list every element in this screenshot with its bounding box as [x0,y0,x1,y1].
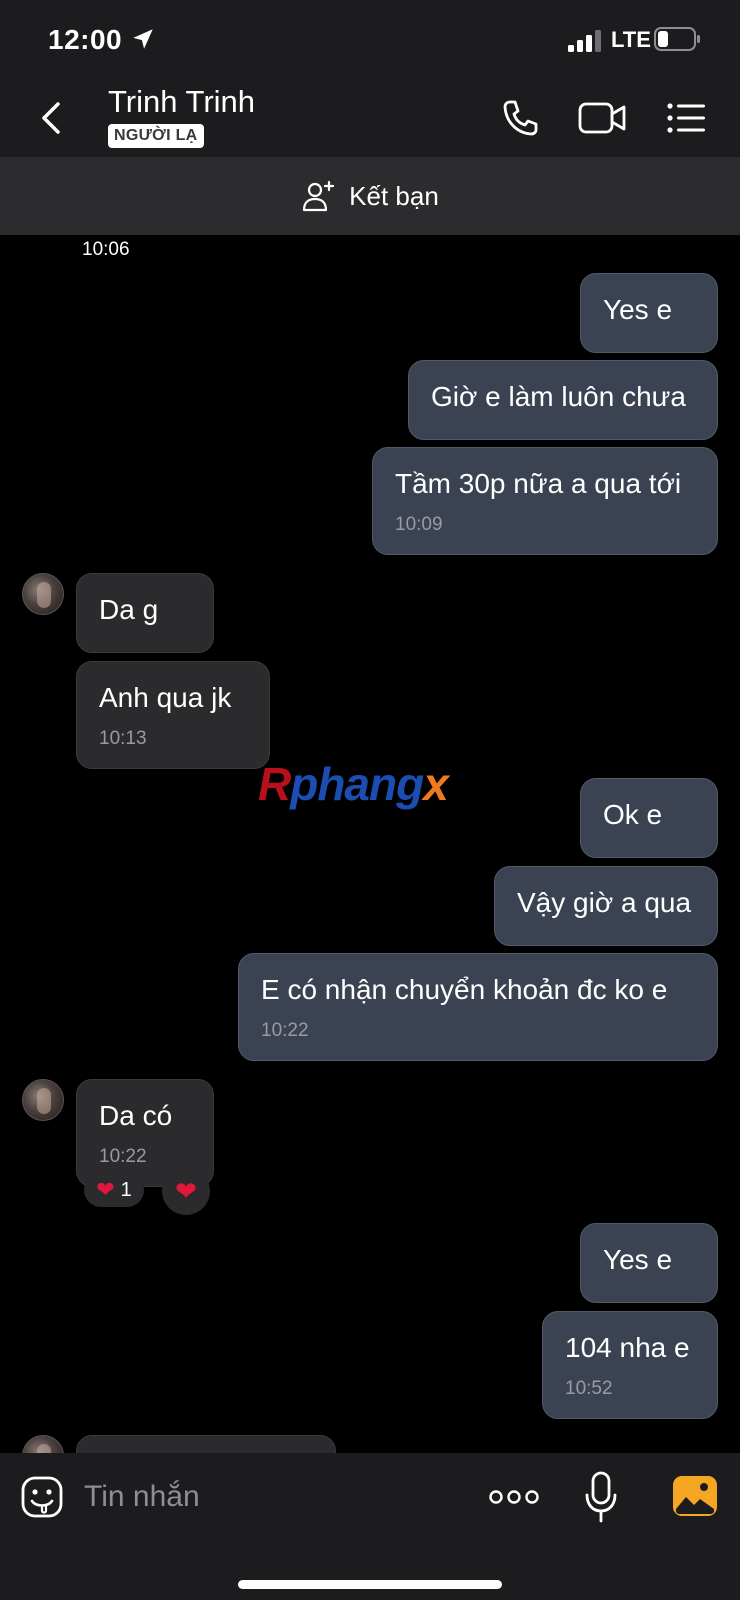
chat-header: Trinh Trinh NGƯỜI LẠ [0,82,740,157]
message-text: Ok e [603,799,663,830]
contact-name[interactable]: Trinh Trinh [108,84,255,120]
message-time: 10:22 [261,1020,309,1041]
message-text: Yes e [603,294,673,325]
message-bubble-incoming-partial[interactable] [76,1435,336,1453]
message-time: 10:52 [565,1378,613,1399]
status-bar: 12:00 LTE [0,0,740,82]
add-friend-button[interactable]: Kết bạn [0,157,740,235]
message-composer [0,1453,740,1600]
location-arrow-icon [133,29,153,49]
heart-icon: ❤ [96,1177,115,1202]
message-bubble-outgoing[interactable]: Tầm 30p nữa a qua tới 10:09 [372,447,718,555]
message-list[interactable]: 10:06 Yes e Giờ e làm luôn chưa Tầm 30p … [0,235,740,1453]
battery-icon [654,27,700,51]
react-heart-button[interactable]: ❤ [162,1167,210,1215]
message-bubble-incoming[interactable]: Da g [76,573,214,653]
contact-avatar[interactable] [22,1079,64,1121]
photo-gallery-icon[interactable] [672,1475,718,1517]
message-text: Tầm 30p nữa a qua tới [395,468,682,499]
message-bubble-outgoing[interactable]: Yes e [580,1223,718,1303]
sticker-emoji-icon[interactable] [20,1475,64,1519]
reaction-count-chip[interactable]: ❤ 1 [84,1173,144,1207]
message-bubble-outgoing[interactable]: 104 nha e 10:52 [542,1311,718,1419]
message-text: Vậy giờ a qua [517,887,692,918]
menu-list-icon[interactable] [664,96,708,140]
status-time: 12:00 [48,24,123,55]
back-chevron-icon[interactable] [36,98,66,138]
time-separator: 10:06 [82,239,130,260]
message-time: 10:13 [99,728,147,749]
message-bubble-incoming[interactable]: Anh qua jk 10:13 [76,661,270,769]
video-call-icon[interactable] [578,96,628,140]
reaction-count: 1 [120,1178,132,1201]
home-indicator [238,1580,502,1589]
message-text: Giờ e làm luôn chưa [431,381,686,412]
message-text: Yes e [603,1244,673,1275]
add-friend-label: Kết bạn [349,180,439,211]
add-person-icon [303,180,335,212]
heart-icon: ❤ [175,1175,197,1206]
message-text: Da có [99,1100,173,1131]
microphone-icon[interactable] [584,1471,618,1523]
message-input[interactable] [84,1473,464,1521]
message-text: E có nhận chuyển khoản đc ko e [261,974,668,1005]
message-text: Da g [99,594,159,625]
stranger-badge: NGƯỜI LẠ [108,124,204,148]
message-time: 10:22 [99,1146,147,1167]
message-bubble-outgoing[interactable]: Ok e [580,778,718,858]
message-bubble-outgoing[interactable]: Yes e [580,273,718,353]
message-time: 10:09 [395,514,443,535]
message-bubble-outgoing[interactable]: E có nhận chuyển khoản đc ko e 10:22 [238,953,718,1061]
cellular-signal-icon [568,30,601,52]
message-bubble-outgoing[interactable]: Giờ e làm luôn chưa [408,360,718,440]
message-text: 104 nha e [565,1332,690,1363]
phone-call-icon[interactable] [498,96,542,140]
message-bubble-outgoing[interactable]: Vậy giờ a qua [494,866,718,946]
network-type: LTE [611,27,651,52]
watermark-logo: Rphangx [258,758,449,810]
contact-avatar[interactable] [22,1435,64,1453]
contact-avatar[interactable] [22,573,64,615]
more-options-icon[interactable] [488,1483,540,1511]
message-text: Anh qua jk [99,682,232,713]
